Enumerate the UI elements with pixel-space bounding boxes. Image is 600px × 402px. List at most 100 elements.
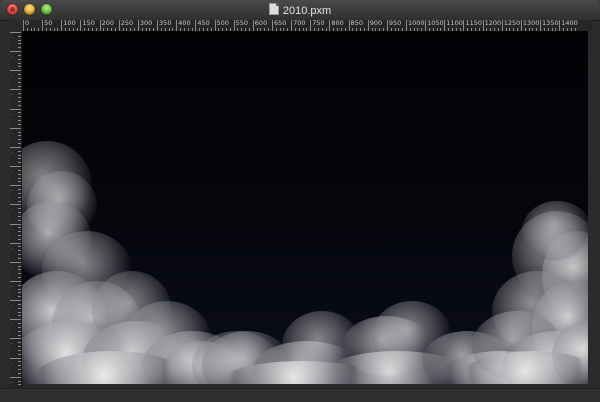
ruler-label: 750 [312, 20, 325, 27]
ruler-minor-tick [18, 200, 21, 202]
ruler-minor-tick [18, 139, 21, 141]
ruler-label: 850 [350, 20, 363, 27]
ruler-dot: · [11, 341, 13, 348]
ruler-minor-tick [18, 154, 21, 156]
ruler-tick [252, 20, 254, 31]
ruler-dot: · [11, 35, 13, 41]
ruler-tick [157, 20, 159, 31]
ruler-tick [444, 20, 446, 31]
ruler-tick [10, 261, 21, 263]
ruler-dot: · [11, 207, 13, 214]
ruler-minor-tick [18, 112, 21, 114]
ruler-label: 550 [235, 20, 249, 27]
ruler-minor-tick [18, 100, 21, 102]
ruler-tick [10, 51, 21, 53]
ruler-minor-tick [18, 150, 21, 152]
ruler-minor-tick [18, 269, 21, 271]
ruler-minor-tick [18, 39, 21, 41]
ruler-minor-tick [18, 380, 21, 382]
ruler-tick [10, 204, 21, 206]
ruler-minor-tick [18, 365, 21, 367]
ruler-minor-tick [18, 227, 21, 229]
ruler-minor-tick [18, 349, 21, 351]
ruler-minor-tick [18, 265, 21, 267]
ruler-minor-tick [18, 273, 21, 275]
ruler-tick [233, 20, 235, 31]
ruler-tick [10, 127, 21, 129]
vertical-scroll-area [588, 31, 600, 388]
ruler-tick [10, 108, 21, 110]
ruler-minor-tick [18, 169, 21, 171]
image-canvas[interactable] [22, 31, 588, 384]
ruler-minor-tick [18, 135, 21, 137]
ruler-dot: · [11, 226, 13, 233]
ruler-dot: · [11, 54, 13, 61]
ruler-minor-tick [18, 123, 21, 125]
ruler-label: 100 [63, 20, 76, 27]
ruler-tick [10, 319, 21, 321]
ruler-label: 1250 [503, 20, 521, 27]
ruler-dot: · [11, 245, 13, 252]
vertical-ruler[interactable]: · · · · · · · · · · · · · · · · · · · [10, 31, 22, 388]
ruler-minor-tick [18, 296, 21, 298]
ruler-minor-tick [18, 93, 21, 95]
ruler-label: 200 [101, 20, 115, 27]
ruler-minor-tick [18, 326, 21, 328]
document-window: 2010.pxm 0 50 100 150 200 250 300 350 400 450 500 5… [0, 0, 600, 402]
ruler-label: 1350 [542, 20, 559, 27]
ruler-minor-tick [18, 307, 21, 309]
ruler-dot: · [11, 303, 13, 310]
ruler-minor-tick [18, 47, 21, 49]
ruler-dot: · [11, 188, 13, 195]
window-title: 2010.pxm [0, 3, 600, 18]
ruler-minor-tick [18, 292, 21, 294]
ruler-tick [10, 146, 21, 148]
ruler-tick [10, 89, 21, 91]
ruler-label: 350 [159, 20, 172, 27]
ruler-minor-tick [18, 369, 21, 371]
ruler-minor-tick [18, 58, 21, 60]
ruler-dot: · [11, 283, 13, 290]
ruler-minor-tick [18, 143, 21, 145]
ruler-minor-tick [18, 234, 21, 236]
ruler-tick [367, 20, 369, 31]
ruler-tick [559, 20, 561, 31]
cloud-shape [522, 201, 588, 261]
ruler-tick [310, 20, 312, 31]
ruler-tick [348, 20, 350, 31]
window-title-text: 2010.pxm [282, 5, 332, 17]
ruler-minor-tick [18, 158, 21, 160]
ruler-dot: · [11, 92, 13, 99]
ruler-minor-tick [18, 284, 21, 286]
ruler-tick [10, 300, 21, 302]
title-bar[interactable]: 2010.pxm [0, 0, 600, 21]
ruler-minor-tick [18, 81, 21, 83]
ruler-minor-tick [18, 361, 21, 363]
ruler-tick [195, 20, 197, 31]
ruler-label: 1150 [465, 20, 482, 27]
ruler-label: 950 [388, 20, 402, 27]
ruler-minor-tick [18, 62, 21, 64]
ruler-tick [10, 338, 21, 340]
ruler-label: 700 [293, 20, 306, 27]
ruler-minor-tick [18, 257, 21, 259]
ruler-label: 1300 [522, 20, 540, 27]
ruler-tick [482, 20, 484, 31]
ruler-corner [10, 20, 22, 31]
ruler-tick [61, 20, 63, 31]
ruler-minor-tick [18, 131, 21, 133]
ruler-label: 300 [139, 20, 153, 27]
ruler-tick [10, 280, 21, 282]
ruler-minor-tick [18, 116, 21, 118]
ruler-minor-tick [18, 215, 21, 217]
ruler-minor-tick [18, 196, 21, 198]
ruler-tick [329, 20, 331, 31]
ruler-minor-tick [18, 238, 21, 240]
ruler-minor-tick [18, 189, 21, 191]
ruler-tick [10, 166, 21, 168]
ruler-minor-tick [18, 254, 21, 256]
ruler-tick [176, 20, 178, 31]
ruler-minor-tick [18, 231, 21, 233]
ruler-tick [10, 185, 21, 187]
ruler-minor-tick [18, 85, 21, 87]
